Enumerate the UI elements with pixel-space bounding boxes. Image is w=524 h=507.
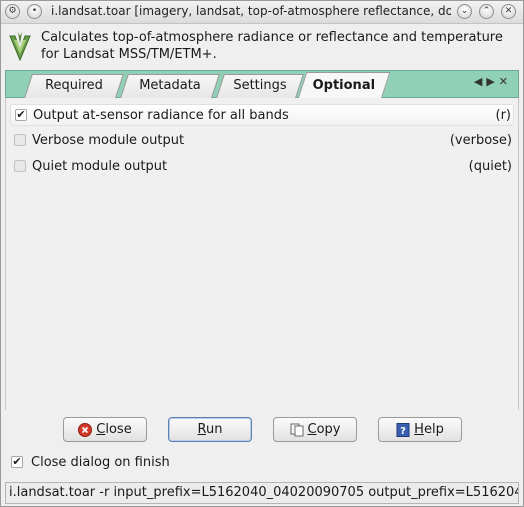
grass-logo-icon xyxy=(9,32,31,62)
close-window-icon[interactable]: ✕ xyxy=(501,4,516,19)
verbose-flag: (verbose) xyxy=(449,133,512,148)
help-button[interactable]: ? Help xyxy=(378,417,462,442)
help-book-icon: ? xyxy=(396,422,410,437)
tab-bar: Required Metadata Settings Optional ◀▶✕ xyxy=(5,70,519,99)
quiet-label: Quiet module output xyxy=(32,159,168,174)
copy-button[interactable]: Copy xyxy=(273,417,357,442)
window-menu-icon[interactable]: ⚙ xyxy=(5,4,20,19)
quiet-checkbox[interactable] xyxy=(14,160,26,172)
maximize-icon[interactable]: ⌃ xyxy=(479,4,494,19)
module-description: Calculates top-of-atmosphere radiance or… xyxy=(41,30,503,62)
tab-close-icon[interactable]: ✕ xyxy=(499,75,512,88)
module-header: Calculates top-of-atmosphere radiance or… xyxy=(1,24,523,68)
options-panel: ✔ Output at-sensor radiance for all band… xyxy=(5,98,519,410)
close-button-label: Close xyxy=(96,422,132,437)
tab-required[interactable]: Required xyxy=(24,74,124,98)
tab-settings-label: Settings xyxy=(233,78,287,93)
verbose-checkbox[interactable] xyxy=(14,134,26,146)
option-row-quiet[interactable]: Quiet module output (quiet) xyxy=(10,156,514,178)
option-row-radiance[interactable]: ✔ Output at-sensor radiance for all band… xyxy=(10,104,514,126)
copy-button-label: Copy xyxy=(307,422,341,437)
verbose-label: Verbose module output xyxy=(32,133,185,148)
sticky-icon[interactable]: • xyxy=(27,4,42,19)
run-button-label: Run xyxy=(197,422,223,437)
tab-metadata[interactable]: Metadata xyxy=(120,74,220,98)
tab-optional-label: Optional xyxy=(312,78,376,93)
close-on-finish-label: Close dialog on finish xyxy=(31,455,170,470)
tab-required-label: Required xyxy=(45,78,103,93)
radiance-flag: (r) xyxy=(495,108,512,123)
quiet-flag: (quiet) xyxy=(468,159,512,174)
tab-scroll-right-icon[interactable]: ▶ xyxy=(486,75,498,88)
close-on-finish-checkbox[interactable]: ✔ xyxy=(11,456,23,468)
close-circle-icon xyxy=(78,422,93,437)
tab-metadata-label: Metadata xyxy=(139,78,201,93)
radiance-label: Output at-sensor radiance for all bands xyxy=(33,108,289,123)
help-button-label: Help xyxy=(414,422,444,437)
title-bar[interactable]: ⚙ • i.landsat.toar [imagery, landsat, to… xyxy=(1,1,523,24)
copy-icon xyxy=(290,423,303,436)
window-title: i.landsat.toar [imagery, landsat, top-of… xyxy=(51,4,451,18)
radiance-checkbox[interactable]: ✔ xyxy=(15,109,27,121)
minimize-icon[interactable]: ⌄ xyxy=(457,4,472,19)
command-line-field[interactable]: i.landsat.toar -r input_prefix=L5162040_… xyxy=(5,482,519,504)
tab-optional[interactable]: Optional xyxy=(297,72,391,99)
run-button[interactable]: Run xyxy=(168,417,252,442)
svg-text:?: ? xyxy=(400,426,406,437)
tab-controls: ◀▶✕ xyxy=(474,75,512,88)
tab-settings[interactable]: Settings xyxy=(216,74,304,98)
close-button[interactable]: Close xyxy=(63,417,147,442)
tab-scroll-left-icon[interactable]: ◀ xyxy=(474,75,486,88)
close-on-finish-row[interactable]: ✔ Close dialog on finish xyxy=(9,453,409,473)
dialog-window: ⚙ • i.landsat.toar [imagery, landsat, to… xyxy=(0,0,524,507)
option-row-verbose[interactable]: Verbose module output (verbose) xyxy=(10,130,514,152)
